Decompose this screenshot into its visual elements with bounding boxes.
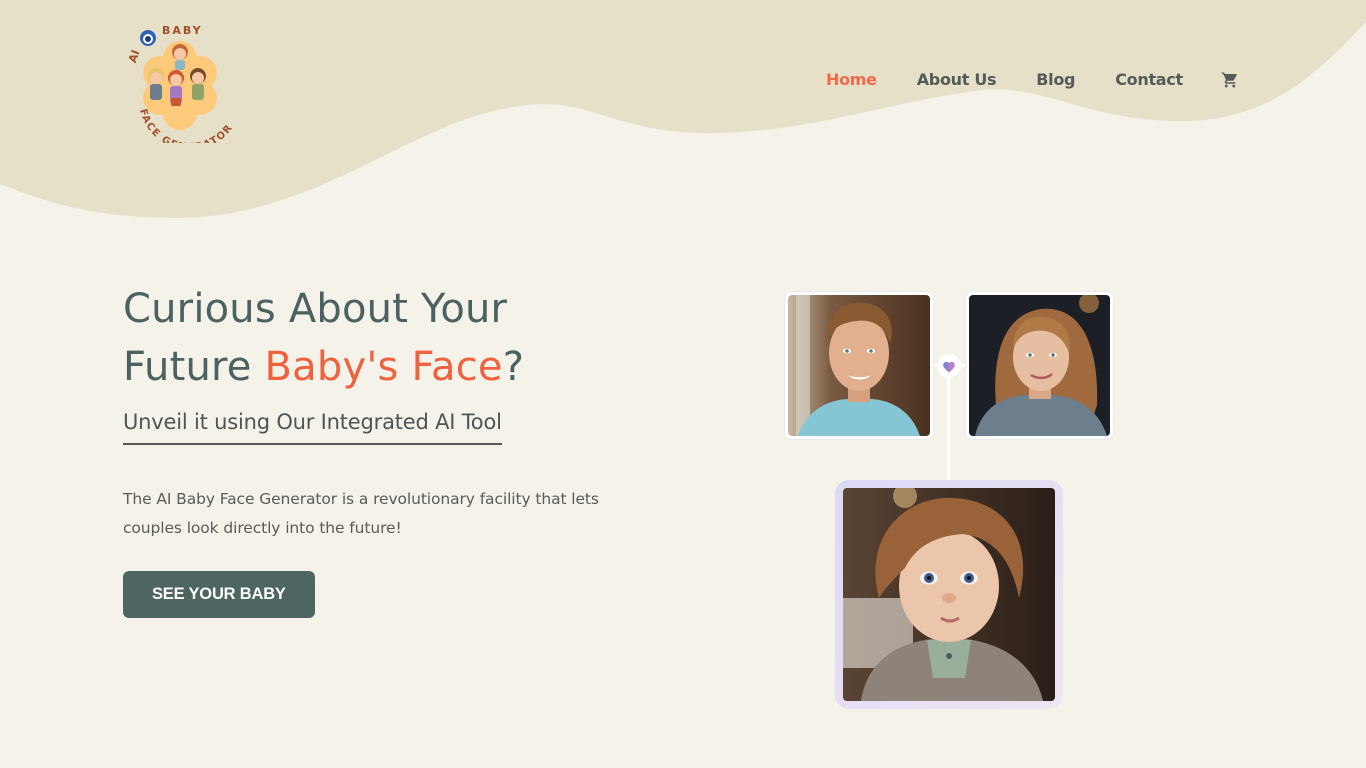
child-photo [843, 488, 1055, 701]
headline-accent: Baby's Face [264, 344, 503, 390]
heart-icon [943, 361, 955, 373]
hero-section: Curious About Your Future Baby's Face? U… [123, 280, 683, 618]
parent2-photo [969, 295, 1110, 436]
hero-subheading: Unveil it using Our Integrated AI Tool [123, 410, 502, 445]
headline-line2-prefix: Future [123, 344, 265, 390]
connector-line-vertical [947, 374, 950, 480]
heart-connector [937, 354, 961, 378]
nav-blog[interactable]: Blog [1036, 70, 1075, 89]
cart-icon[interactable] [1221, 71, 1239, 89]
nav-home[interactable]: Home [826, 70, 877, 89]
parent1-photo-frame [785, 292, 933, 439]
parent2-photo-frame [966, 292, 1113, 439]
kids-illustration [148, 44, 206, 106]
hero-description: The AI Baby Face Generator is a revoluti… [123, 490, 599, 537]
logo-text-ai: AI [126, 48, 143, 64]
logo-text-baby: BABY [162, 24, 203, 37]
main-nav: Home About Us Blog Contact [826, 70, 1239, 89]
nav-about-us[interactable]: About Us [917, 70, 997, 89]
child-photo-frame [835, 480, 1063, 709]
parent1-photo [788, 295, 930, 436]
see-your-baby-button[interactable]: SEE YOUR BABY [123, 571, 315, 618]
hero-headline: Curious About Your Future Baby's Face? [123, 280, 683, 396]
logo-graphic: BABY AI FACE GENERATOR [126, 24, 234, 153]
headline-suffix: ? [502, 344, 525, 390]
nav-contact[interactable]: Contact [1115, 70, 1183, 89]
site-logo[interactable]: BABY AI FACE GENERATOR [118, 18, 248, 153]
robot-icon [140, 30, 156, 46]
headline-line1: Curious About Your [123, 286, 508, 332]
